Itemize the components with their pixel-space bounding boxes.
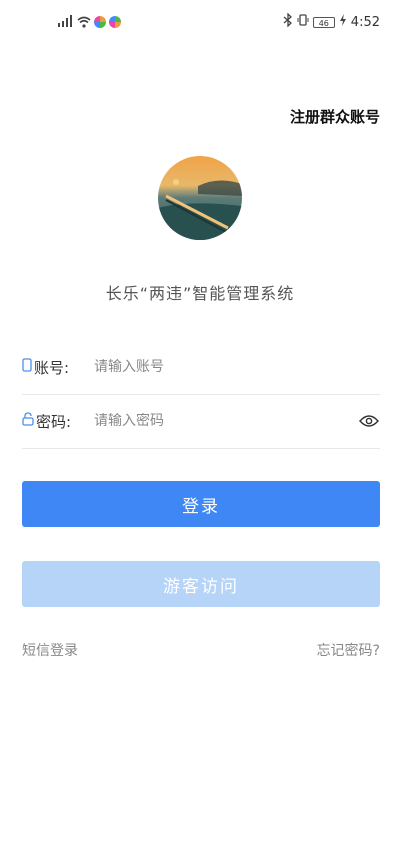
register-account-link[interactable]: 注册群众账号 [290,106,380,127]
status-left [58,14,121,30]
password-input[interactable] [94,413,358,429]
eye-icon[interactable] [358,410,380,432]
account-label: 账号: [34,358,70,377]
charging-icon [339,14,347,30]
guest-access-button[interactable]: 游客访问 [22,561,380,607]
phone-icon [22,358,32,376]
status-right: 46 4:52 [283,12,380,32]
account-input[interactable] [94,359,380,375]
status-bar: 46 4:52 [0,0,400,44]
cellular-signal-icon [58,14,74,30]
login-button[interactable]: 登录 [22,481,380,527]
password-label-group: 密码: [22,411,94,432]
app-title: 长乐“两违”智能管理系统 [105,284,295,303]
wifi-icon [77,13,91,32]
battery-icon: 46 [312,16,335,28]
password-field: 密码: [22,394,380,449]
lock-icon [22,412,34,430]
account-label-group: 账号: [22,357,94,378]
clock-time: 4:52 [350,14,380,30]
app-logo-image [158,156,242,240]
vibrate-icon [297,14,309,30]
bluetooth-icon [283,12,293,31]
forgot-password-link[interactable]: 忘记密码? [317,640,380,660]
password-label: 密码: [36,412,72,431]
sms-login-link[interactable]: 短信登录 [22,640,78,660]
app-notification-icon [94,16,106,28]
app-notification-icon [109,16,121,28]
account-field: 账号: [22,340,380,395]
